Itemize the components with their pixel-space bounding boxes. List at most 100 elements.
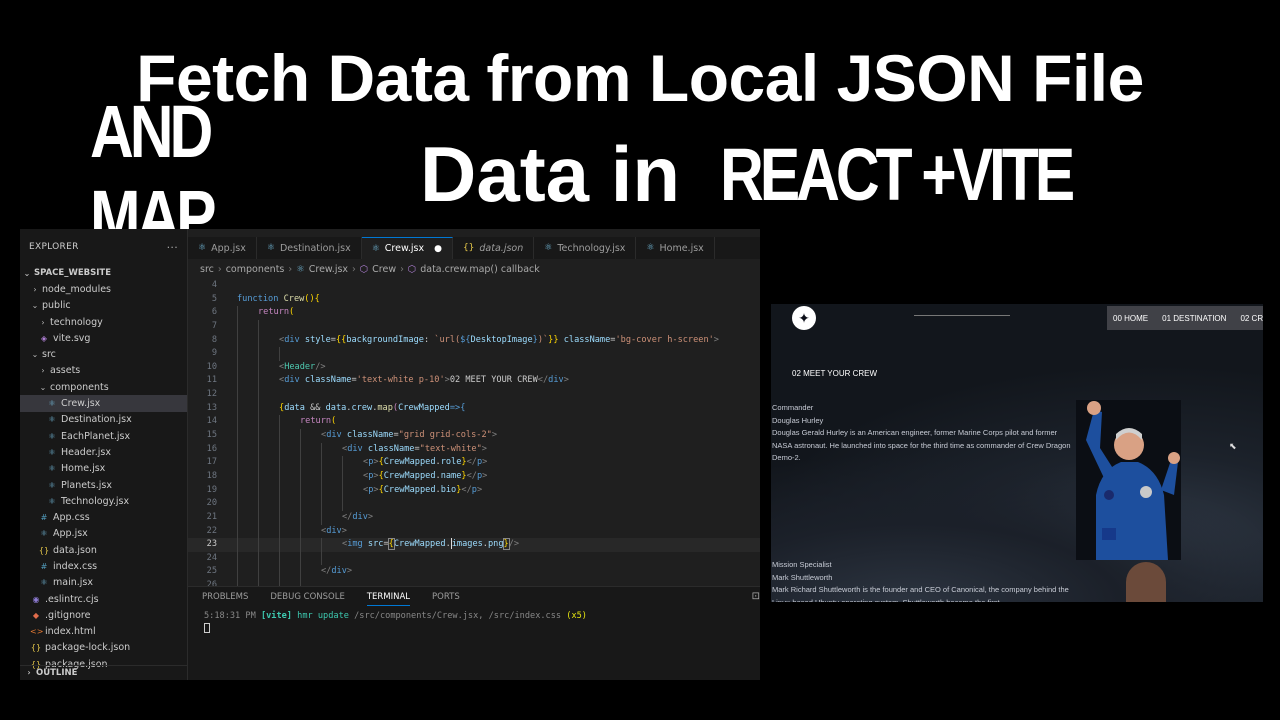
explorer-folder[interactable]: ⌄ components bbox=[20, 379, 187, 395]
tab-crew-jsx[interactable]: ⚛ Crew.jsx ● bbox=[361, 237, 453, 259]
nav-home[interactable]: 00 HOME bbox=[1113, 314, 1148, 323]
explorer-file[interactable]: ⚛ Destination.jsx bbox=[20, 412, 187, 428]
file-type-icon: # bbox=[40, 513, 48, 523]
explorer-item-label: components bbox=[50, 381, 109, 393]
chevron-right-icon: › bbox=[352, 263, 356, 275]
chevron-down-icon: ⌄ bbox=[31, 350, 39, 360]
tab-terminal[interactable]: TERMINAL bbox=[366, 588, 411, 606]
explorer-item-label: Home.jsx bbox=[61, 463, 106, 475]
explorer-file[interactable]: ⚛ Technology.jsx bbox=[20, 493, 187, 509]
chevron-down-icon: ⌄ bbox=[31, 301, 39, 311]
explorer-item-label: EachPlanet.jsx bbox=[61, 430, 131, 442]
file-type-icon: <> bbox=[30, 627, 44, 637]
explorer-file[interactable]: ◈ vite.svg bbox=[20, 330, 187, 346]
crew-role: Mission Specialist bbox=[772, 560, 832, 569]
file-type-icon: ⚛ bbox=[48, 480, 56, 490]
explorer-item-label: vite.svg bbox=[53, 332, 91, 344]
crew-bio: Mark Richard Shuttleworth is the founder… bbox=[772, 585, 1069, 602]
explorer-item-label: assets bbox=[50, 365, 81, 377]
breadcrumb-symbol[interactable]: Crew bbox=[372, 264, 396, 275]
file-type-icon: ◉ bbox=[32, 594, 40, 604]
explorer-file[interactable]: ◉ .eslintrc.cjs bbox=[20, 591, 187, 607]
code-editor[interactable]: 4 5 function Crew(){ 6 return( 7 8 <div sty… bbox=[188, 279, 760, 593]
explorer-file[interactable]: ◆ .gitignore bbox=[20, 607, 187, 623]
symbol-icon: ⬡ bbox=[407, 263, 417, 275]
explorer-file[interactable]: {} data.json bbox=[20, 542, 187, 558]
explorer-item-label: Destination.jsx bbox=[61, 414, 132, 426]
tab-home-jsx[interactable]: ⚛ Home.jsx bbox=[636, 237, 715, 259]
tab-ports[interactable]: PORTS bbox=[432, 592, 460, 602]
star-logo-icon[interactable]: ✦ bbox=[792, 306, 816, 330]
tab-technology-jsx[interactable]: ⚛ Technology.jsx bbox=[534, 237, 637, 259]
explorer-file[interactable]: ⚛ App.jsx bbox=[20, 526, 187, 542]
explorer-file[interactable]: ⚛ Planets.jsx bbox=[20, 477, 187, 493]
explorer-file[interactable]: {} package-lock.json bbox=[20, 640, 187, 656]
explorer-folder[interactable]: ⌄ public bbox=[20, 298, 187, 314]
explorer-folder[interactable]: › node_modules bbox=[20, 281, 187, 297]
react-icon: ⚛ bbox=[296, 263, 305, 275]
top-nav: 00 HOME 01 DESTINATION 02 CR bbox=[1107, 306, 1263, 330]
explorer-item-label: .eslintrc.cjs bbox=[45, 593, 99, 605]
astronaut-image bbox=[1076, 400, 1181, 560]
chevron-down-icon: ⌄ bbox=[39, 382, 47, 392]
react-icon: ⚛ bbox=[266, 243, 275, 253]
more-actions-icon[interactable]: ··· bbox=[167, 241, 178, 254]
crew-bio: Douglas Gerald Hurley is an American eng… bbox=[772, 428, 1071, 462]
explorer-item-label: src bbox=[42, 349, 56, 361]
chevron-right-icon: › bbox=[400, 263, 404, 275]
code-line: 22 <div> bbox=[188, 524, 760, 539]
explorer-item-label: index.html bbox=[45, 626, 96, 638]
terminal-output[interactable]: 5:18:31 PM [vite] hmr update /src/compon… bbox=[188, 607, 760, 636]
explorer-file[interactable]: ⚛ EachPlanet.jsx bbox=[20, 428, 187, 444]
explorer-folder[interactable]: › assets bbox=[20, 363, 187, 379]
chevron-right-icon: › bbox=[33, 284, 37, 294]
breadcrumb-src[interactable]: src bbox=[200, 264, 214, 275]
code-line: 13 {data && data.crew.map(CrewMapped=>{ bbox=[188, 401, 760, 416]
code-line: 12 bbox=[188, 388, 760, 402]
explorer-file[interactable]: <> index.html bbox=[20, 624, 187, 640]
explorer-item-label: public bbox=[42, 300, 71, 312]
unsaved-dot-icon[interactable]: ● bbox=[434, 244, 442, 254]
file-type-icon: ⚛ bbox=[40, 578, 48, 588]
explorer-folder[interactable]: › technology bbox=[20, 314, 187, 330]
explorer-file[interactable]: ⚛ Home.jsx bbox=[20, 461, 187, 477]
explorer-item-label: Crew.jsx bbox=[61, 398, 101, 410]
explorer-file[interactable]: # App.css bbox=[20, 509, 187, 525]
tab-problems[interactable]: PROBLEMS bbox=[202, 592, 248, 602]
outline-section[interactable]: › OUTLINE bbox=[20, 665, 188, 679]
tab-data-json[interactable]: {} data.json bbox=[453, 237, 535, 259]
nav-crew[interactable]: 02 CR bbox=[1240, 314, 1263, 323]
explorer-file[interactable]: ⚛ Crew.jsx bbox=[20, 395, 187, 412]
explorer-folder[interactable]: ⌄ src bbox=[20, 346, 187, 362]
code-line: 10 <Header/> bbox=[188, 360, 760, 375]
file-type-icon: # bbox=[40, 561, 48, 571]
file-type-icon: ⚛ bbox=[40, 529, 48, 539]
breadcrumb-file[interactable]: Crew.jsx bbox=[309, 264, 348, 275]
explorer-item-label: .gitignore bbox=[45, 609, 91, 621]
explorer-item-label: Planets.jsx bbox=[61, 479, 112, 491]
project-folder[interactable]: ⌄ SPACE_WEBSITE bbox=[20, 265, 187, 281]
code-line: 21 </div> bbox=[188, 510, 760, 525]
tab-debug-console[interactable]: DEBUG CONSOLE bbox=[270, 592, 344, 602]
code-line: 7 bbox=[188, 319, 760, 334]
terminal-cursor bbox=[204, 623, 210, 633]
code-line: 19 <p>{CrewMapped.bio}</p> bbox=[188, 483, 760, 498]
chevron-right-icon: › bbox=[288, 263, 293, 275]
explorer-item-label: App.jsx bbox=[53, 528, 88, 540]
react-icon: ⚛ bbox=[198, 243, 207, 253]
explorer-file[interactable]: ⚛ main.jsx bbox=[20, 575, 187, 591]
tab-destination-jsx[interactable]: ⚛ Destination.jsx bbox=[257, 237, 362, 259]
breadcrumb-callback[interactable]: data.crew.map() callback bbox=[420, 264, 540, 275]
explorer-file[interactable]: ⚛ Header.jsx bbox=[20, 444, 187, 460]
breadcrumb-components[interactable]: components bbox=[226, 264, 285, 275]
code-line: 18 <p>{CrewMapped.name}</p> bbox=[188, 469, 760, 484]
crew-name: Douglas Hurley bbox=[772, 415, 824, 425]
crew-member: Commander Douglas Hurley Douglas Gerald … bbox=[772, 402, 1077, 465]
explorer-file[interactable]: # index.css bbox=[20, 558, 187, 574]
tab-app-jsx[interactable]: ⚛ App.jsx bbox=[188, 237, 257, 259]
terminal-icon[interactable]: ⊡ bbox=[752, 591, 760, 602]
react-icon: ⚛ bbox=[646, 243, 655, 253]
explorer-item-label: index.css bbox=[53, 560, 98, 572]
nav-destination[interactable]: 01 DESTINATION bbox=[1162, 314, 1226, 323]
code-line: 8 <div style={{backgroundImage: `url(${De… bbox=[188, 333, 760, 348]
